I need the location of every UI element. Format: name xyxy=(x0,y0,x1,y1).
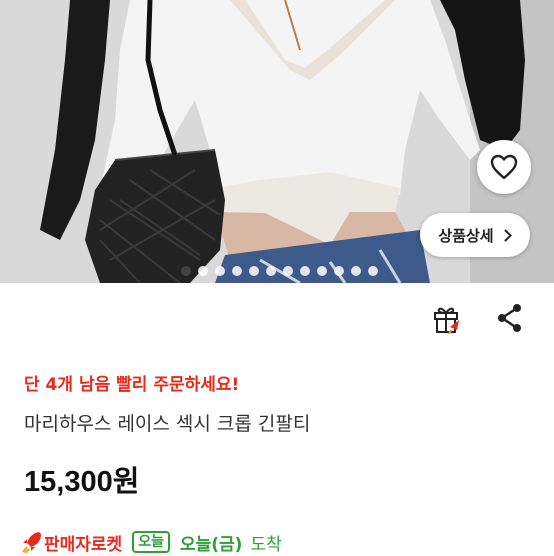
carousel-dot[interactable] xyxy=(231,266,242,276)
wishlist-button[interactable] xyxy=(477,140,531,194)
arrival-word: 도착 xyxy=(250,534,282,555)
carousel-dot[interactable] xyxy=(214,266,225,276)
product-detail-label: 상품상세 xyxy=(438,226,494,245)
carousel-dot[interactable] xyxy=(197,266,208,276)
product-title: 마리하우스 레이스 섹시 크롭 긴팔티 xyxy=(24,413,311,435)
delivery-info: 판매자로켓 오늘 오늘(금) 도착 xyxy=(22,528,282,556)
carousel-dot[interactable] xyxy=(367,266,378,276)
product-image[interactable]: 상품상세 xyxy=(0,0,554,283)
seller-rocket-badge: 판매자로켓 xyxy=(44,534,123,555)
gift-icon xyxy=(434,307,459,335)
product-price: 15,300원 xyxy=(24,466,140,498)
carousel-indicator[interactable] xyxy=(0,266,554,278)
carousel-dot[interactable] xyxy=(350,266,361,276)
arrival-date: 오늘(금) xyxy=(179,534,243,555)
share-button[interactable] xyxy=(496,303,524,337)
carousel-dot[interactable] xyxy=(248,266,259,276)
carousel-dot[interactable] xyxy=(333,266,344,276)
carousel-dot[interactable] xyxy=(316,266,327,276)
carousel-dot[interactable] xyxy=(265,266,276,276)
rocket-icon xyxy=(22,532,41,553)
today-badge: 오늘 xyxy=(132,531,170,553)
product-detail-button[interactable]: 상품상세 xyxy=(420,213,530,257)
carousel-dot[interactable] xyxy=(299,266,310,276)
stock-warning: 단 4개 남음 빨리 주문하세요! xyxy=(24,375,240,395)
heart-icon xyxy=(490,154,518,180)
chevron-right-icon xyxy=(504,229,512,241)
carousel-dot[interactable] xyxy=(180,266,191,276)
carousel-dot[interactable] xyxy=(282,266,293,276)
share-icon xyxy=(498,304,521,332)
gift-button[interactable] xyxy=(432,303,462,339)
